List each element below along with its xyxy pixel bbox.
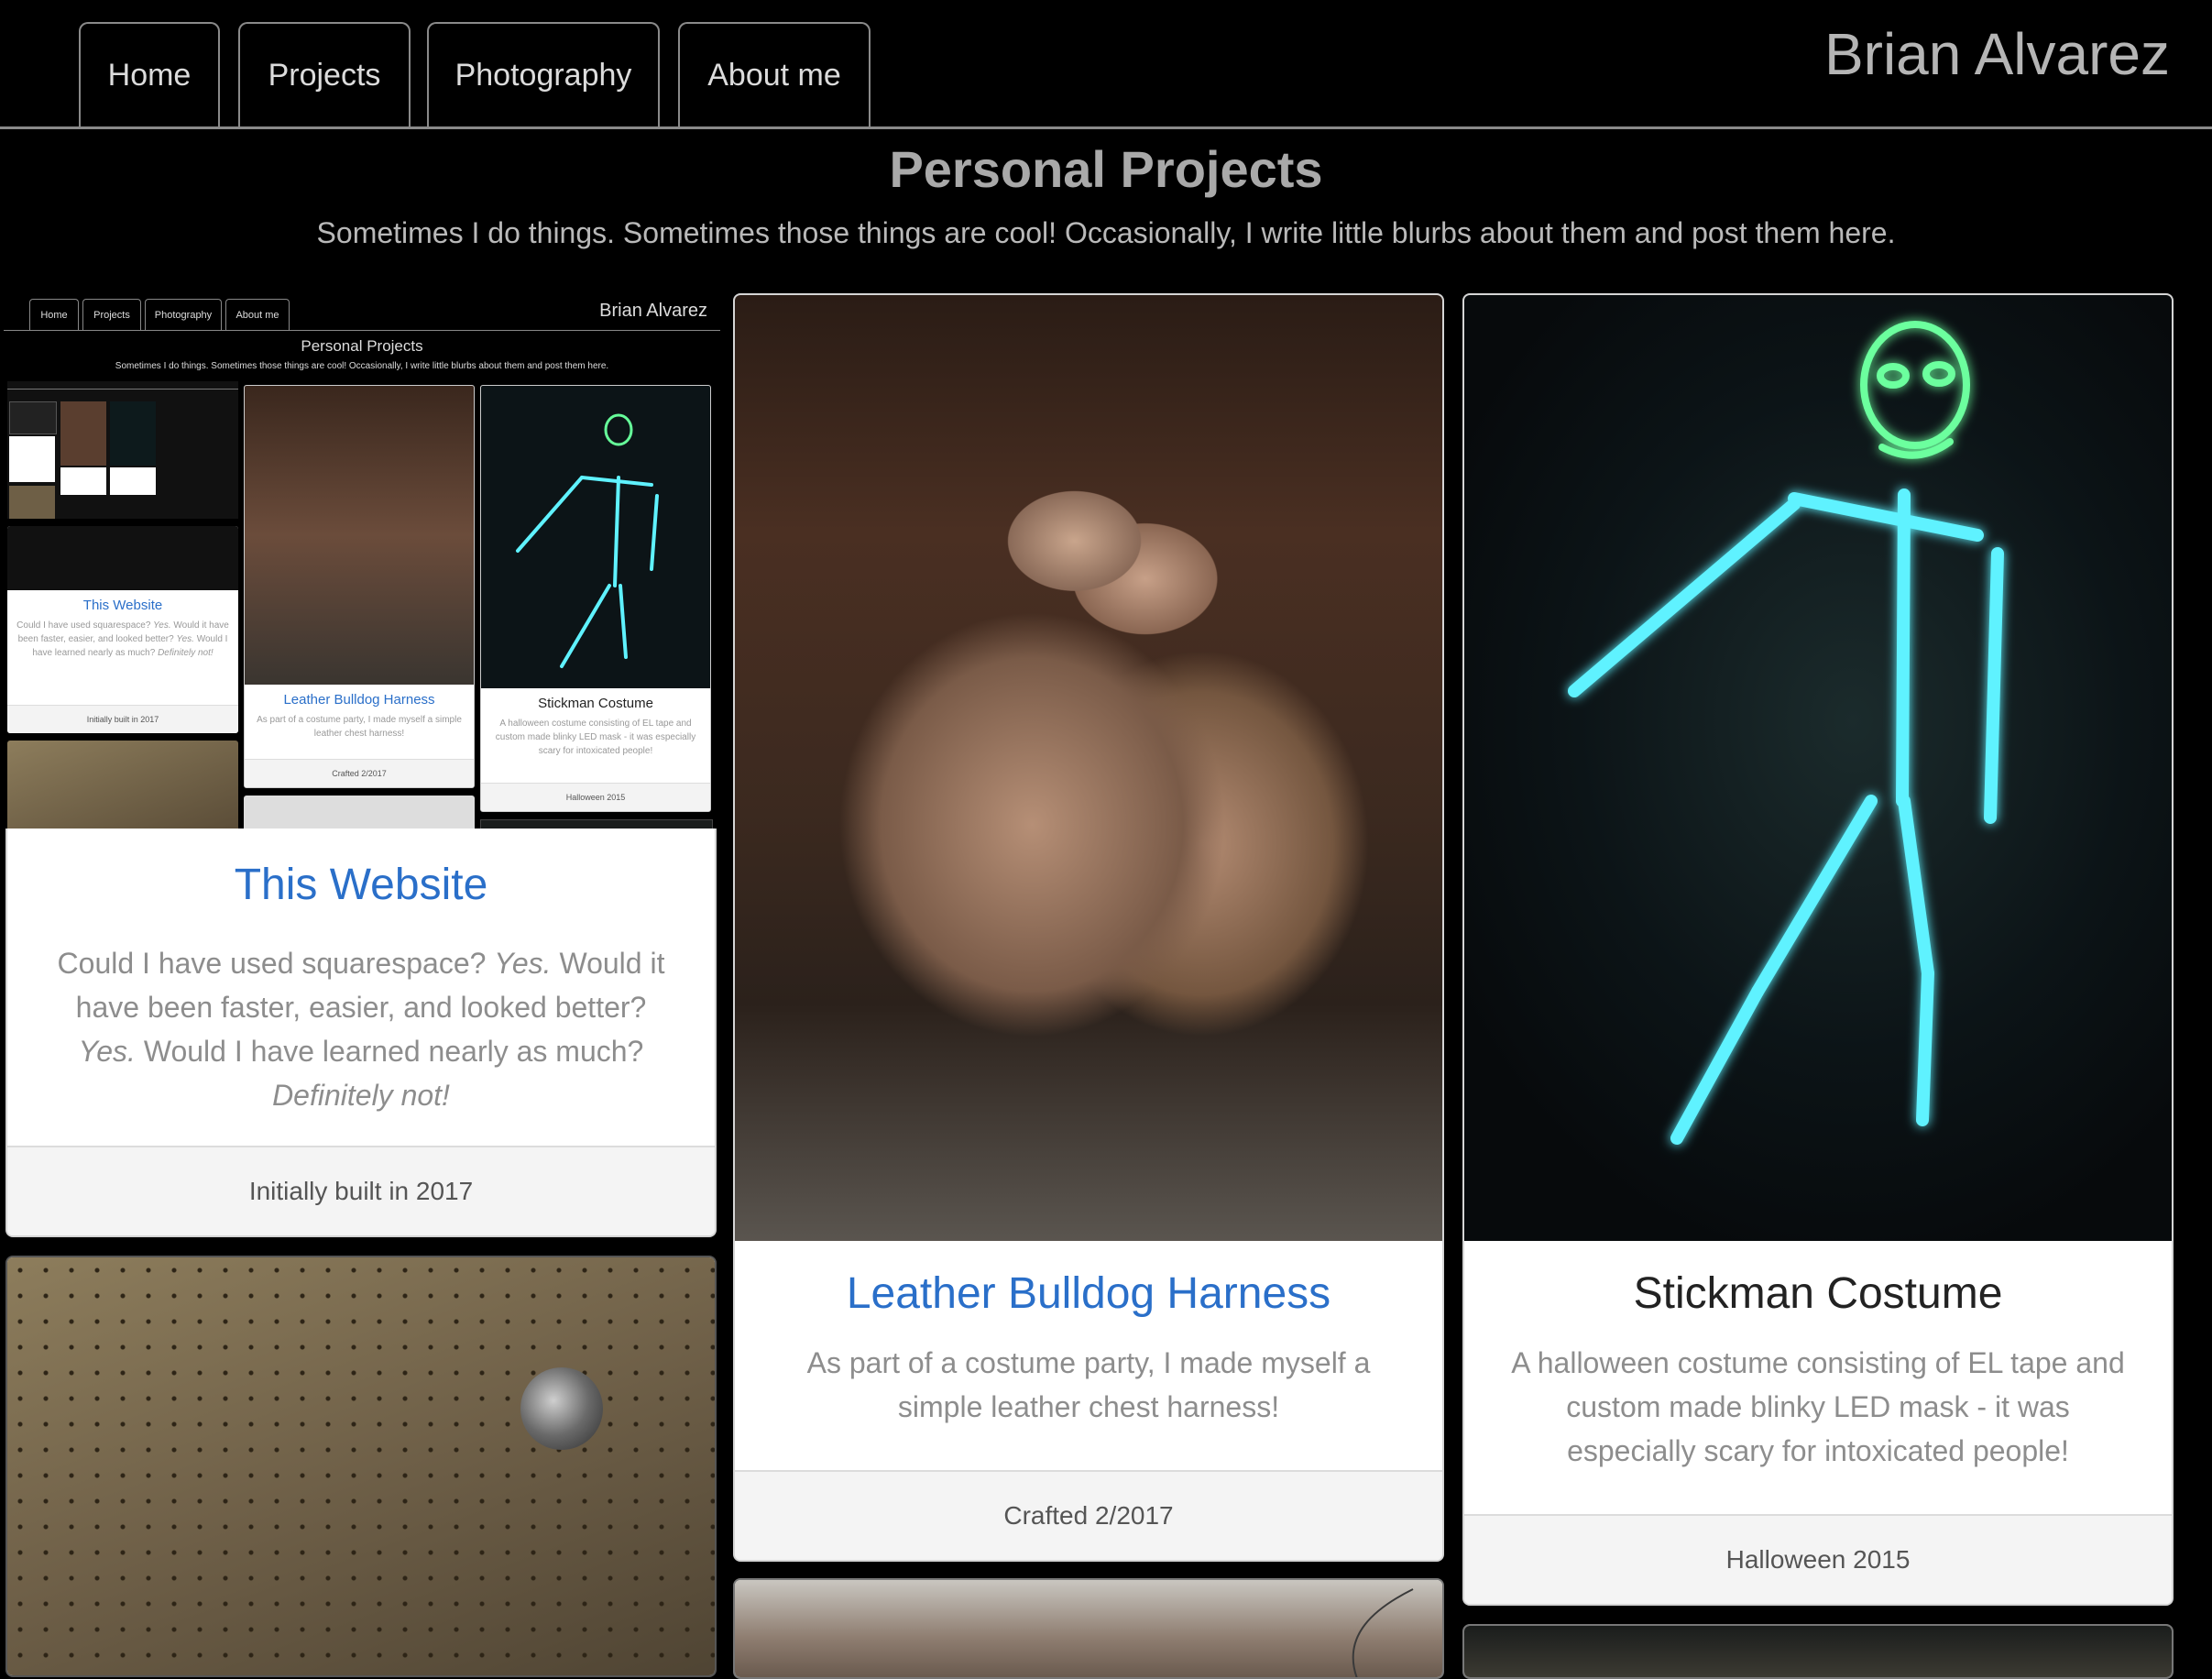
- card-harness-title[interactable]: Leather Bulldog Harness: [772, 1268, 1406, 1319]
- website-screenshot-image: Home Projects Photography About me Brian…: [4, 293, 720, 830]
- nav-tab-home[interactable]: Home: [79, 22, 220, 126]
- mini-card-harness-footer: Crafted 2/2017: [245, 759, 474, 787]
- mini-nav-tab-home: Home: [29, 299, 79, 330]
- mini-card-website: This Website Could I have used squarespa…: [7, 526, 238, 733]
- card-website-footer: Initially built in 2017: [7, 1146, 715, 1235]
- mini-nav-divider: [4, 330, 720, 331]
- nav-tab-about-me[interactable]: About me: [678, 22, 871, 126]
- card-next-photo-2[interactable]: [1462, 1624, 2174, 1679]
- card-stickman-title[interactable]: Stickman Costume: [1501, 1268, 2135, 1319]
- stickman-photo-image: [1464, 295, 2172, 1241]
- mini-recursive-preview: [7, 381, 238, 519]
- nav-tab-photography[interactable]: Photography: [427, 22, 660, 126]
- ceiling-photo-image: [7, 1257, 715, 1675]
- card-ceiling-photo[interactable]: [5, 1256, 717, 1677]
- card-stickman-costume[interactable]: Stickman Costume A halloween costume con…: [1462, 293, 2174, 1606]
- mini-card-next-photo: [244, 796, 475, 830]
- card-harness-footer: Crafted 2/2017: [735, 1470, 1442, 1560]
- card-stickman-footer: Halloween 2015: [1464, 1514, 2172, 1604]
- mini-card-website-title: This Website: [82, 598, 163, 613]
- next-photo-crack-line: [1352, 1588, 1414, 1677]
- mini-brand: Brian Alvarez: [599, 301, 707, 321]
- mini-card-website-footer: Initially built in 2017: [7, 705, 238, 733]
- site-brand[interactable]: Brian Alvarez: [1824, 20, 2170, 88]
- mini-card-stickman-title: Stickman Costume: [538, 696, 653, 711]
- top-nav: Home Projects Photography About me Brian…: [0, 0, 2212, 129]
- mini-card-harness-title: Leather Bulldog Harness: [283, 692, 435, 708]
- mini-stickman-figure: [516, 413, 659, 668]
- mini-card-harness-text: As part of a costume party, I made mysel…: [257, 715, 462, 739]
- harness-photo-image: [735, 295, 1442, 1241]
- mini-nav-tab-about-me: About me: [225, 299, 290, 330]
- mini-page-title: Personal Projects: [301, 337, 423, 355]
- card-stickman-text: A halloween costume consisting of EL tap…: [1511, 1346, 2125, 1467]
- card-next-photo[interactable]: [733, 1578, 1444, 1679]
- next-photo-2-image: [1464, 1626, 2172, 1677]
- card-website-title[interactable]: This Website: [44, 860, 678, 910]
- mini-card-stickman-footer: Halloween 2015: [481, 783, 710, 811]
- mini-nav-tab-photography: Photography: [145, 299, 222, 330]
- nav-tab-projects[interactable]: Projects: [238, 22, 411, 126]
- mini-card-harness: Leather Bulldog Harness As part of a cos…: [244, 385, 475, 788]
- page-subtitle: Sometimes I do things. Sometimes those t…: [316, 216, 1896, 249]
- card-website-body: This Website Could I have used squarespa…: [5, 829, 717, 1237]
- stickman-glow-figure: [1568, 321, 2004, 1145]
- ceiling-fixture-shape: [520, 1367, 603, 1450]
- card-harness-text: As part of a costume party, I made mysel…: [806, 1346, 1371, 1423]
- mini-nav-tab-projects: Projects: [82, 299, 141, 330]
- mini-ceiling-photo: [7, 741, 238, 830]
- card-website-text: Could I have used squarespace? Yes. Woul…: [57, 947, 665, 1112]
- mini-card-stickman-text: A halloween costume consisting of EL tap…: [495, 719, 696, 756]
- mini-card-website-text: Could I have used squarespace? Yes. Woul…: [16, 620, 229, 658]
- mini-page-subtitle: Sometimes I do things. Sometimes those t…: [115, 361, 609, 371]
- page-title: Personal Projects: [889, 140, 1323, 198]
- mini-card-stickman: Stickman Costume A halloween costume con…: [480, 385, 711, 812]
- card-leather-bulldog-harness[interactable]: Leather Bulldog Harness As part of a cos…: [733, 293, 1444, 1562]
